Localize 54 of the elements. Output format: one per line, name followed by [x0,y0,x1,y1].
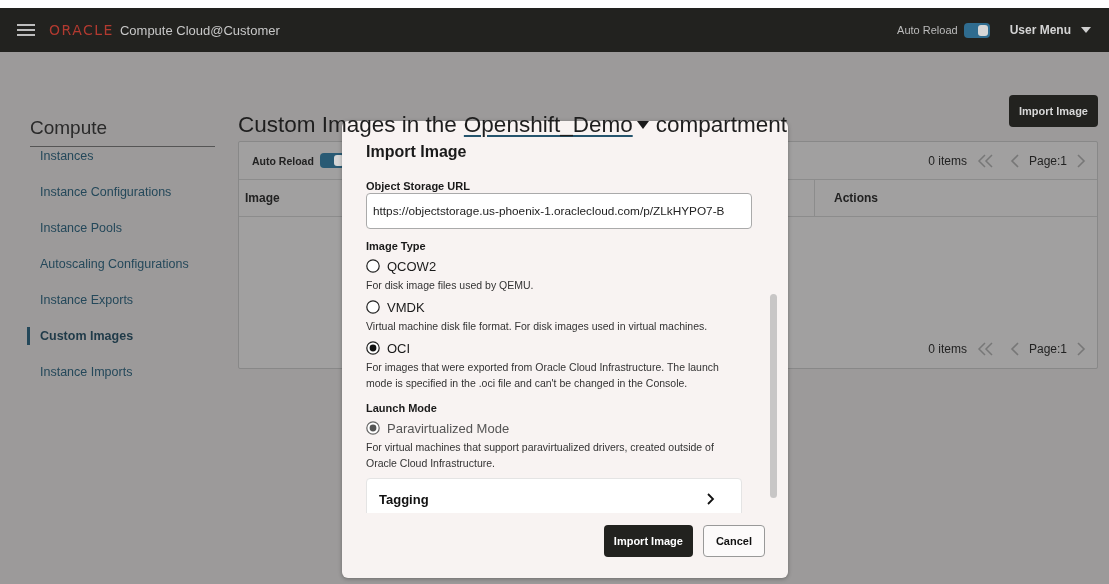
user-menu[interactable]: User Menu [1009,23,1091,37]
page-title: compartment [655,112,787,138]
import-image-button[interactable]: Import Image [603,525,693,557]
sidebar-item[interactable]: Autoscaling Configurations [27,255,215,273]
scrollbar[interactable] [770,294,777,498]
field-label: Image Type [366,239,427,253]
item-count: 0 items [928,342,967,356]
radio-label: OCI [387,340,411,356]
first-page-icon[interactable] [976,341,995,357]
sidebar-item[interactable]: Instances [27,147,215,165]
column-header: Actions [833,190,878,207]
sidebar-item[interactable]: Custom Images [27,327,215,345]
option-description: For disk image files used by QEMU. [366,278,535,293]
section-title: Tagging [379,491,429,507]
chevron-right-icon [707,493,715,505]
auto-reload-label: Auto Reload [252,154,314,167]
next-page-icon[interactable] [1075,341,1087,357]
caret-down-icon [1081,27,1091,33]
radio-selected-icon[interactable] [366,341,380,355]
radio-icon[interactable] [366,300,380,314]
radio-icon[interactable] [366,259,380,273]
next-page-icon[interactable] [1075,152,1087,169]
caret-down-icon [636,121,649,129]
menu-icon[interactable] [17,24,35,36]
sidebar-title: Compute [30,116,215,147]
item-count: 0 items [928,153,967,168]
sidebar-item[interactable]: Instance Imports [27,363,215,381]
brand-logo: ORACLE [49,22,114,38]
compartment-selector[interactable]: Openshift_Demo [463,112,649,138]
option-description: Virtual machine disk file format. For disk images used in virtual machines. [366,319,709,334]
field-label: Object Storage URL [366,179,471,193]
sidebar-item[interactable]: Instance Exports [27,291,215,309]
page-number: Page:1 [1028,153,1067,168]
product-name: Compute Cloud@Customer [119,22,280,38]
field-label: Launch Mode [366,401,438,415]
import-image-button[interactable]: Import Image [1008,95,1098,127]
sidebar-item[interactable]: Instance Configurations [27,183,215,201]
tagging-section[interactable]: Tagging [366,478,742,513]
radio-label: QCOW2 [387,258,437,274]
radio-label: Paravirtualized Mode [387,420,510,436]
dialog-title: Import Image [366,144,467,160]
previous-page-icon[interactable] [1008,341,1021,357]
cancel-button[interactable]: Cancel [702,525,765,557]
auto-reload-label: Auto Reload [897,24,958,36]
previous-page-icon[interactable] [1008,152,1021,169]
sidebar-item[interactable]: Instance Pools [27,219,215,237]
radio-label: VMDK [387,299,425,315]
option-description: For images that were exported from Oracle Cloud Infrastructure. The launch mode is specified in the .oci file and can't be changed in the Console. [366,360,720,391]
page-number: Page:1 [1028,342,1067,356]
page-title: Custom Images in the [238,112,457,138]
option-description: For virtual machines that support paravirtualized drivers, created outside of Oracle Cloud Infrastructure. [366,440,715,471]
url-field[interactable]: https://objectstorage.us-phoenix-1.oraclecloud.com/p/ZLkHYPO7-B [366,193,752,229]
first-page-icon[interactable] [976,152,995,169]
toggle-switch[interactable] [963,22,990,38]
